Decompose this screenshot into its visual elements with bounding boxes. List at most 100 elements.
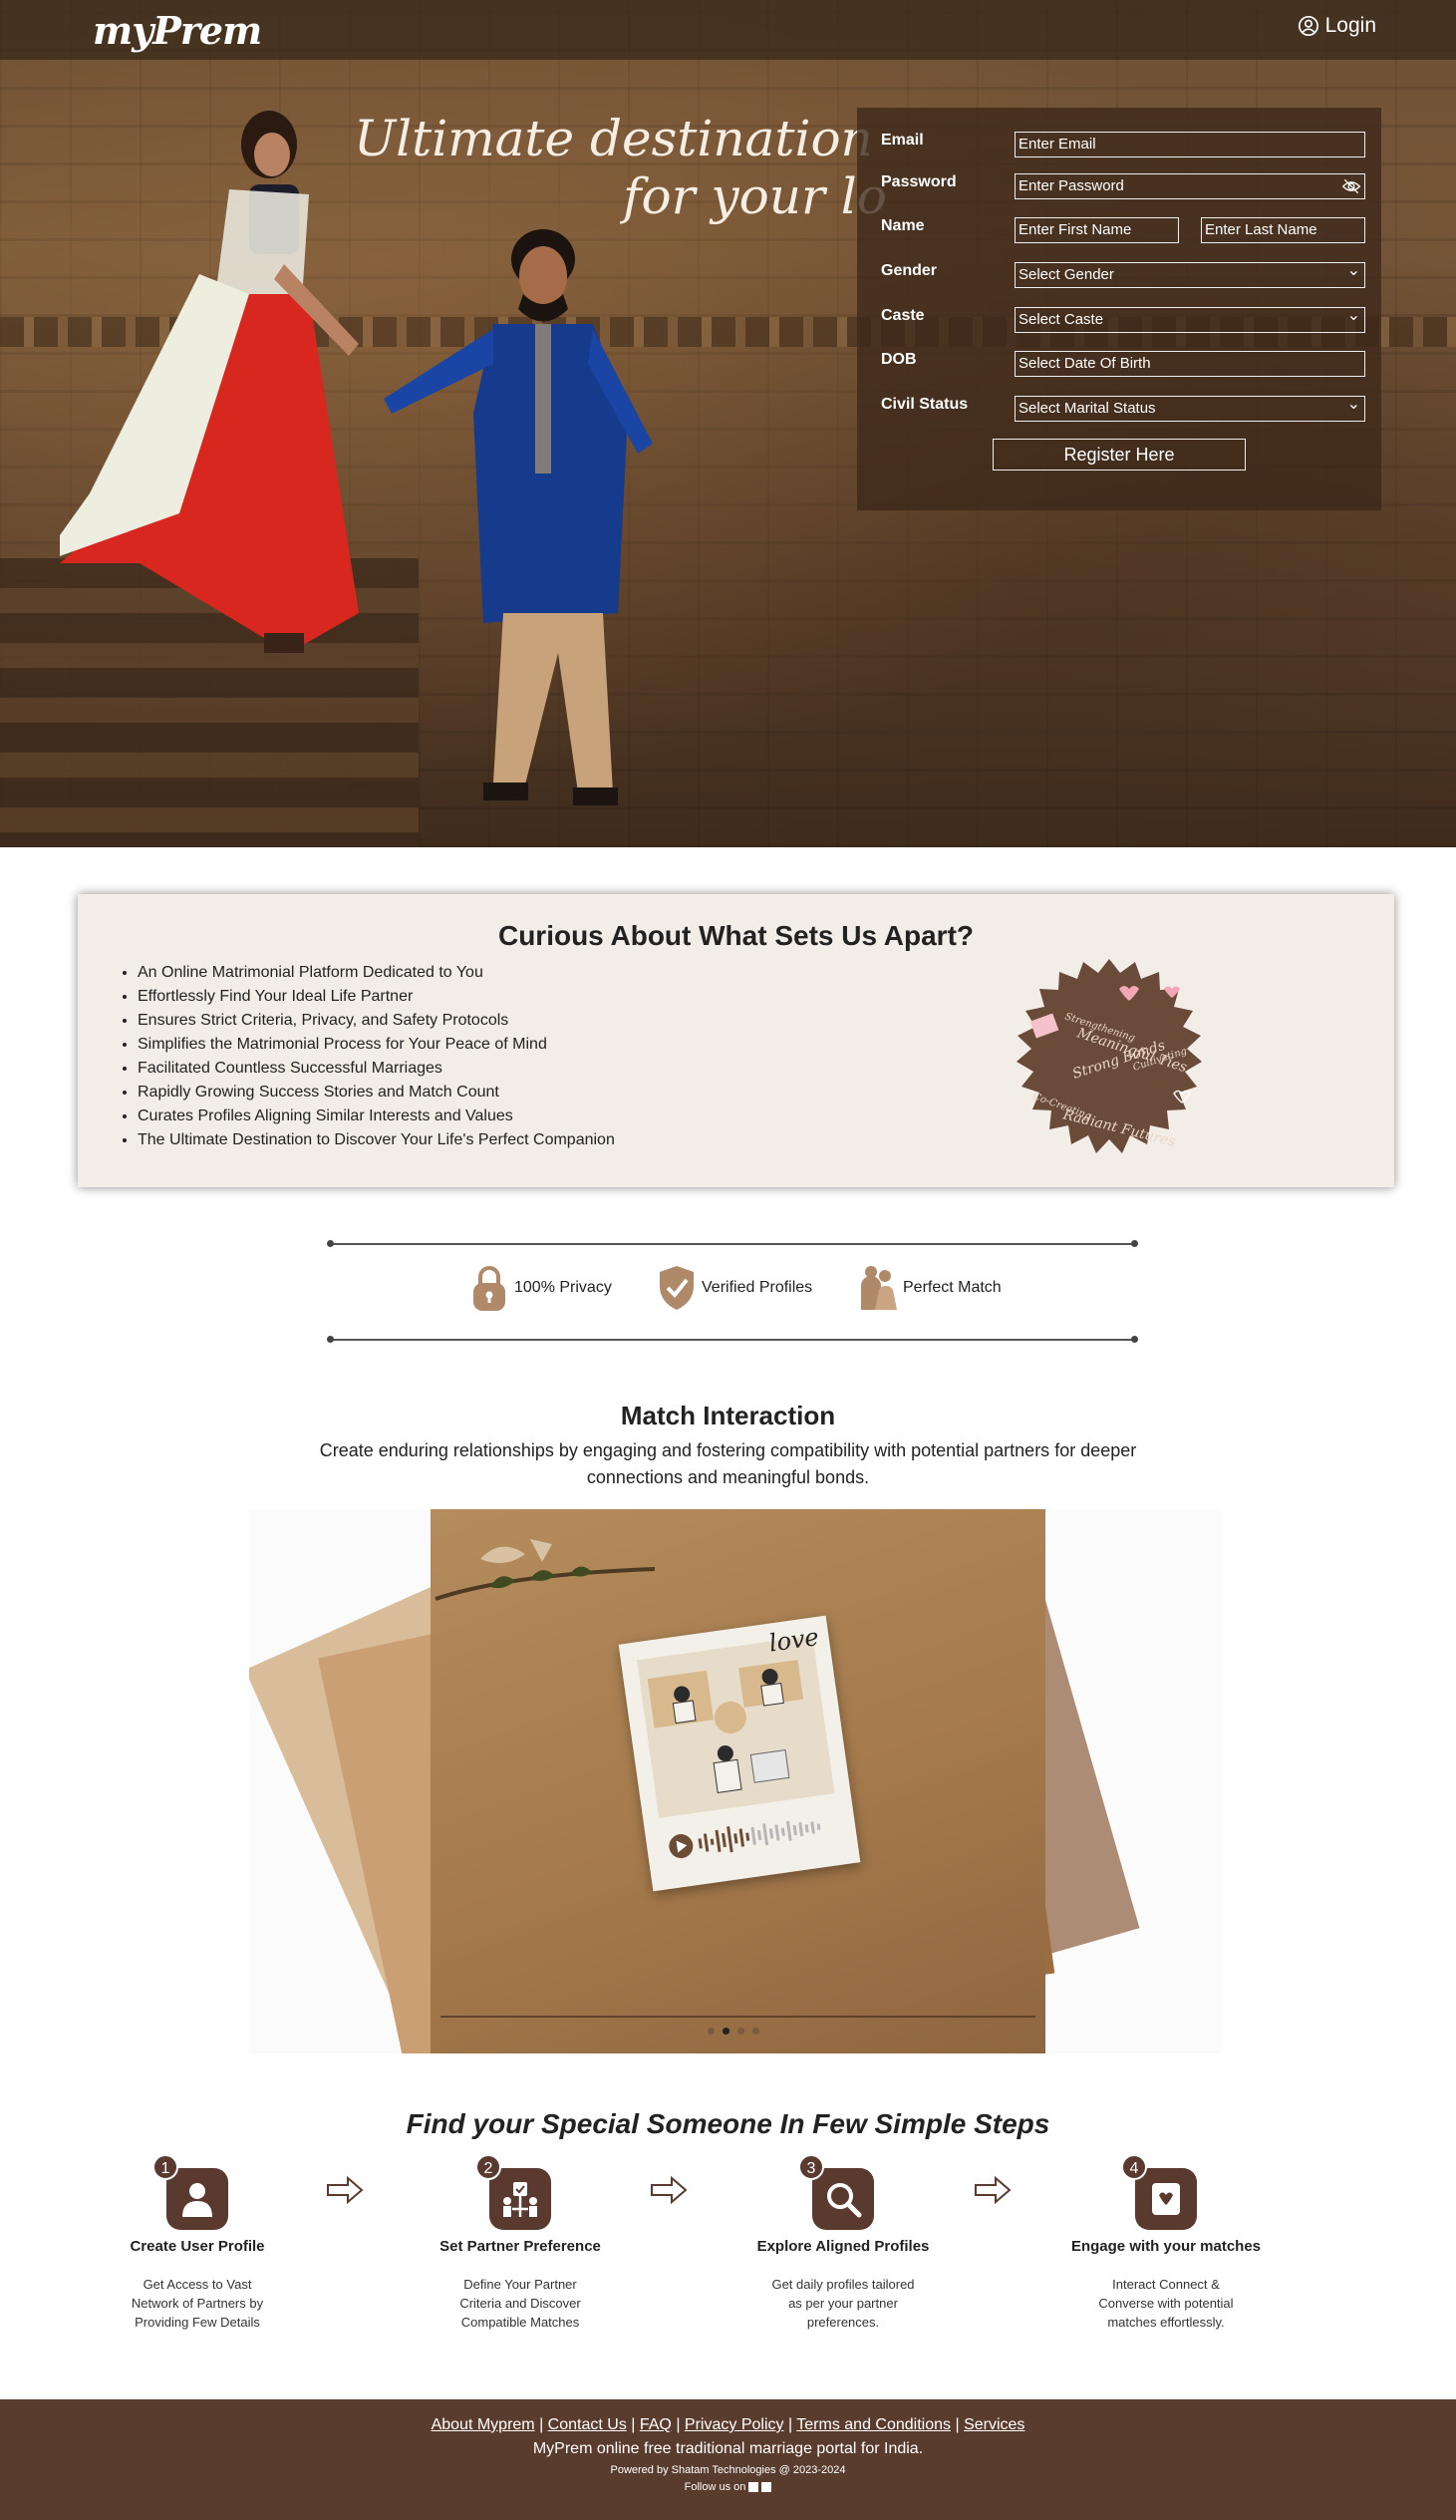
name-row: Name Enter First Name Enter Last Name xyxy=(881,215,1365,243)
user-circle-icon xyxy=(1298,16,1318,36)
audio-waveform[interactable] xyxy=(665,1808,837,1865)
match-description: Create enduring relationships by engagin… xyxy=(319,1440,1137,1487)
step-title: Explore Aligned Profiles xyxy=(756,2238,930,2255)
register-button[interactable]: Register Here xyxy=(993,439,1246,471)
footer-tagline: MyPrem online free traditional marriage … xyxy=(532,2440,924,2457)
step-title: Create User Profile xyxy=(130,2238,265,2255)
footer-link-services[interactable]: Services xyxy=(964,2416,1024,2433)
man-image xyxy=(384,229,653,805)
slide-progress-line xyxy=(440,2016,1035,2018)
gender-row: Gender Select Gender xyxy=(881,260,1365,288)
footer-social: Follow us on xyxy=(0,2481,1456,2493)
caste-row: Caste Select Caste xyxy=(881,305,1365,333)
password-row: Password Enter Password xyxy=(881,171,1365,199)
step-2: 2 Set Partner Preference Define Your Par… xyxy=(411,2154,630,2332)
search-icon xyxy=(827,2183,862,2218)
sets-apart-title: Curious About What Sets Us Apart? xyxy=(497,920,975,951)
step-1: 1 Create User Profile Get Access to Vast… xyxy=(88,2154,307,2332)
feature-privacy: 100% Privacy xyxy=(470,1264,612,1312)
carousel-dot-4[interactable] xyxy=(752,2028,759,2035)
email-field[interactable]: Enter Email xyxy=(1015,132,1365,158)
footer-link-contact[interactable]: Contact Us xyxy=(548,2416,627,2433)
step-description: Define Your Partner Criteria and Discove… xyxy=(459,2277,581,2330)
step-number: 4 xyxy=(1121,2154,1147,2180)
footer-powered-by: Powered by Shatam Technologies @ 2023-20… xyxy=(610,2464,846,2476)
feature-label: 100% Privacy xyxy=(514,1279,612,1296)
step-icon: 2 xyxy=(475,2154,551,2230)
woman-image xyxy=(60,111,359,653)
footer-separator: | xyxy=(671,2416,685,2433)
footer-link-privacy[interactable]: Privacy Policy xyxy=(685,2416,784,2433)
polaroid-image: love xyxy=(618,1615,861,1892)
facebook-icon[interactable] xyxy=(748,2482,759,2492)
carousel-dot-2[interactable] xyxy=(723,2028,729,2035)
registration-form: Email Enter Email Password Enter Passwor… xyxy=(857,108,1381,510)
step-icon: 4 xyxy=(1121,2154,1197,2230)
footer-links: About Myprem | Contact Us | FAQ | Privac… xyxy=(0,2416,1456,2434)
step-icon: 3 xyxy=(798,2154,874,2230)
list-item: Curates Profiles Aligning Similar Intere… xyxy=(138,1104,615,1128)
gender-label: Gender xyxy=(881,262,938,279)
footer-link-faq[interactable]: FAQ xyxy=(640,2416,672,2433)
name-label: Name xyxy=(881,217,925,234)
preferences-icon xyxy=(503,2182,537,2217)
caste-label: Caste xyxy=(881,307,925,324)
password-field[interactable]: Enter Password xyxy=(1015,173,1365,199)
couple-icon xyxy=(861,1266,897,1310)
footer: About Myprem | Contact Us | FAQ | Privac… xyxy=(0,2399,1456,2520)
password-label: Password xyxy=(881,173,957,190)
list-item: An Online Matrimonial Platform Dedicated… xyxy=(138,961,615,985)
civil-status-row: Civil Status Select Marital Status xyxy=(881,394,1365,422)
last-name-field[interactable]: Enter Last Name xyxy=(1201,217,1365,243)
carousel-active-slide[interactable]: love xyxy=(431,1509,1045,2053)
carousel-dot-1[interactable] xyxy=(708,2028,715,2035)
step-4: 4 Engage with your matches Interact Conn… xyxy=(1056,2154,1276,2332)
heart-card-icon xyxy=(1152,2183,1180,2215)
footer-separator: | xyxy=(783,2416,797,2433)
eye-slash-icon[interactable] xyxy=(1341,177,1361,195)
caste-select[interactable]: Select Caste xyxy=(1015,305,1365,333)
arrow-right-icon xyxy=(975,2176,1012,2204)
step-icon: 1 xyxy=(152,2154,228,2230)
feature-label: Verified Profiles xyxy=(702,1279,813,1296)
email-row: Email Enter Email xyxy=(881,130,1365,158)
step-number: 1 xyxy=(152,2154,178,2180)
dob-label: DOB xyxy=(881,351,917,368)
civil-status-select[interactable]: Select Marital Status xyxy=(1015,394,1365,422)
lock-icon xyxy=(473,1266,505,1311)
match-carousel[interactable]: love xyxy=(249,1509,1221,2053)
list-item: Effortlessly Find Your Ideal Life Partne… xyxy=(138,985,615,1009)
footer-link-about[interactable]: About Myprem xyxy=(432,2416,535,2433)
dob-field[interactable]: Select Date Of Birth xyxy=(1015,351,1365,377)
logo[interactable]: myPrem xyxy=(93,8,262,53)
gender-select[interactable]: Select Gender xyxy=(1015,260,1365,288)
first-name-field[interactable]: Enter First Name xyxy=(1015,217,1179,243)
feature-verified: Verified Profiles xyxy=(658,1264,812,1312)
list-item: Simplifies the Matrimonial Process for Y… xyxy=(138,1033,615,1057)
step-number: 2 xyxy=(475,2154,501,2180)
couple-illustration xyxy=(636,1635,835,1818)
values-badge: Strengthening Meaningful Ties Cultivatin… xyxy=(1017,959,1202,1153)
bird-branch-image xyxy=(435,1539,656,1601)
password-placeholder: Enter Password xyxy=(1019,177,1124,194)
hero-tagline: Ultimate destination for your lo xyxy=(354,110,887,225)
feature-label: Perfect Match xyxy=(903,1279,1002,1296)
footer-link-terms[interactable]: Terms and Conditions xyxy=(796,2416,951,2433)
list-item: The Ultimate Destination to Discover You… xyxy=(138,1128,615,1152)
top-bar: myPrem Login xyxy=(0,0,1456,60)
step-title: Engage with your matches xyxy=(1070,2238,1262,2255)
instagram-icon[interactable] xyxy=(761,2482,772,2492)
list-item: Facilitated Countless Successful Marriag… xyxy=(138,1057,615,1081)
carousel-dot-3[interactable] xyxy=(737,2028,744,2035)
arrow-right-icon xyxy=(327,2176,364,2204)
match-title: Match Interaction xyxy=(620,1401,836,1430)
list-item: Ensures Strict Criteria, Privacy, and Sa… xyxy=(138,1009,615,1033)
login-link[interactable]: Login xyxy=(1298,14,1376,38)
step-description: Interact Connect & Converse with potenti… xyxy=(1098,2277,1234,2330)
step-description: Get daily profiles tailored as per your … xyxy=(771,2277,915,2330)
user-icon xyxy=(182,2183,212,2217)
sets-apart-panel: Curious About What Sets Us Apart? An Onl… xyxy=(78,894,1394,1187)
step-title: Set Partner Preference xyxy=(439,2238,601,2255)
feature-divider-top xyxy=(327,1240,1138,1247)
footer-separator: | xyxy=(534,2416,548,2433)
